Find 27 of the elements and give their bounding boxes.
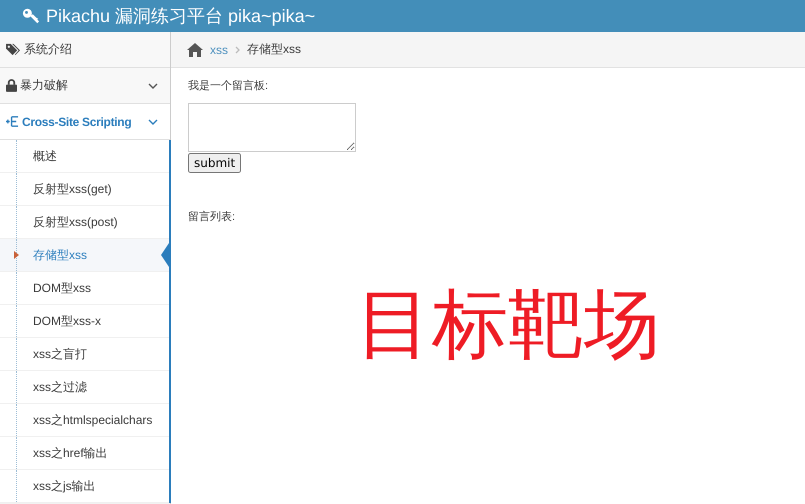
lock-icon — [6, 79, 17, 92]
submenu-item[interactable]: xss之href输出 — [0, 437, 169, 470]
overlay-caption: 目标靶场 — [355, 281, 661, 369]
submenu-item[interactable]: 存储型xss — [0, 239, 169, 272]
sidebar-item[interactable]: 系统介绍 — [0, 32, 170, 68]
home-icon — [187, 42, 203, 56]
submenu-item[interactable]: 概述 — [0, 140, 169, 173]
form-label: 我是一个留言板: — [188, 78, 268, 93]
submenu-item[interactable]: DOM型xss — [0, 272, 169, 305]
submenu-item[interactable]: xss之htmlspecialchars — [0, 404, 169, 437]
breadcrumb-current: 存储型xss — [247, 41, 301, 58]
submit-button[interactable]: submit — [188, 153, 242, 173]
submenu-item[interactable]: xss之js输出 — [0, 470, 169, 503]
sidebar-item[interactable]: 暴力破解 — [0, 68, 170, 104]
sidebar-item[interactable]: Cross-Site Scripting — [0, 104, 170, 140]
list-label: 留言列表: — [188, 210, 236, 224]
message-field[interactable] — [188, 103, 356, 152]
app-title: Pikachu 漏洞练习平台 pika~pika~ — [46, 5, 316, 28]
list-icon — [6, 115, 19, 128]
submenu-item[interactable]: xss之过滤 — [0, 371, 169, 404]
key-icon — [22, 7, 40, 25]
submenu-item[interactable]: DOM型xss-x — [0, 305, 169, 338]
caret-icon — [14, 251, 19, 259]
chevron-right-icon — [235, 46, 240, 54]
submenu-item[interactable]: 反射型xss(get) — [0, 173, 169, 206]
submenu-item[interactable]: xss之盲打 — [0, 338, 169, 371]
tag-icon — [6, 43, 21, 56]
